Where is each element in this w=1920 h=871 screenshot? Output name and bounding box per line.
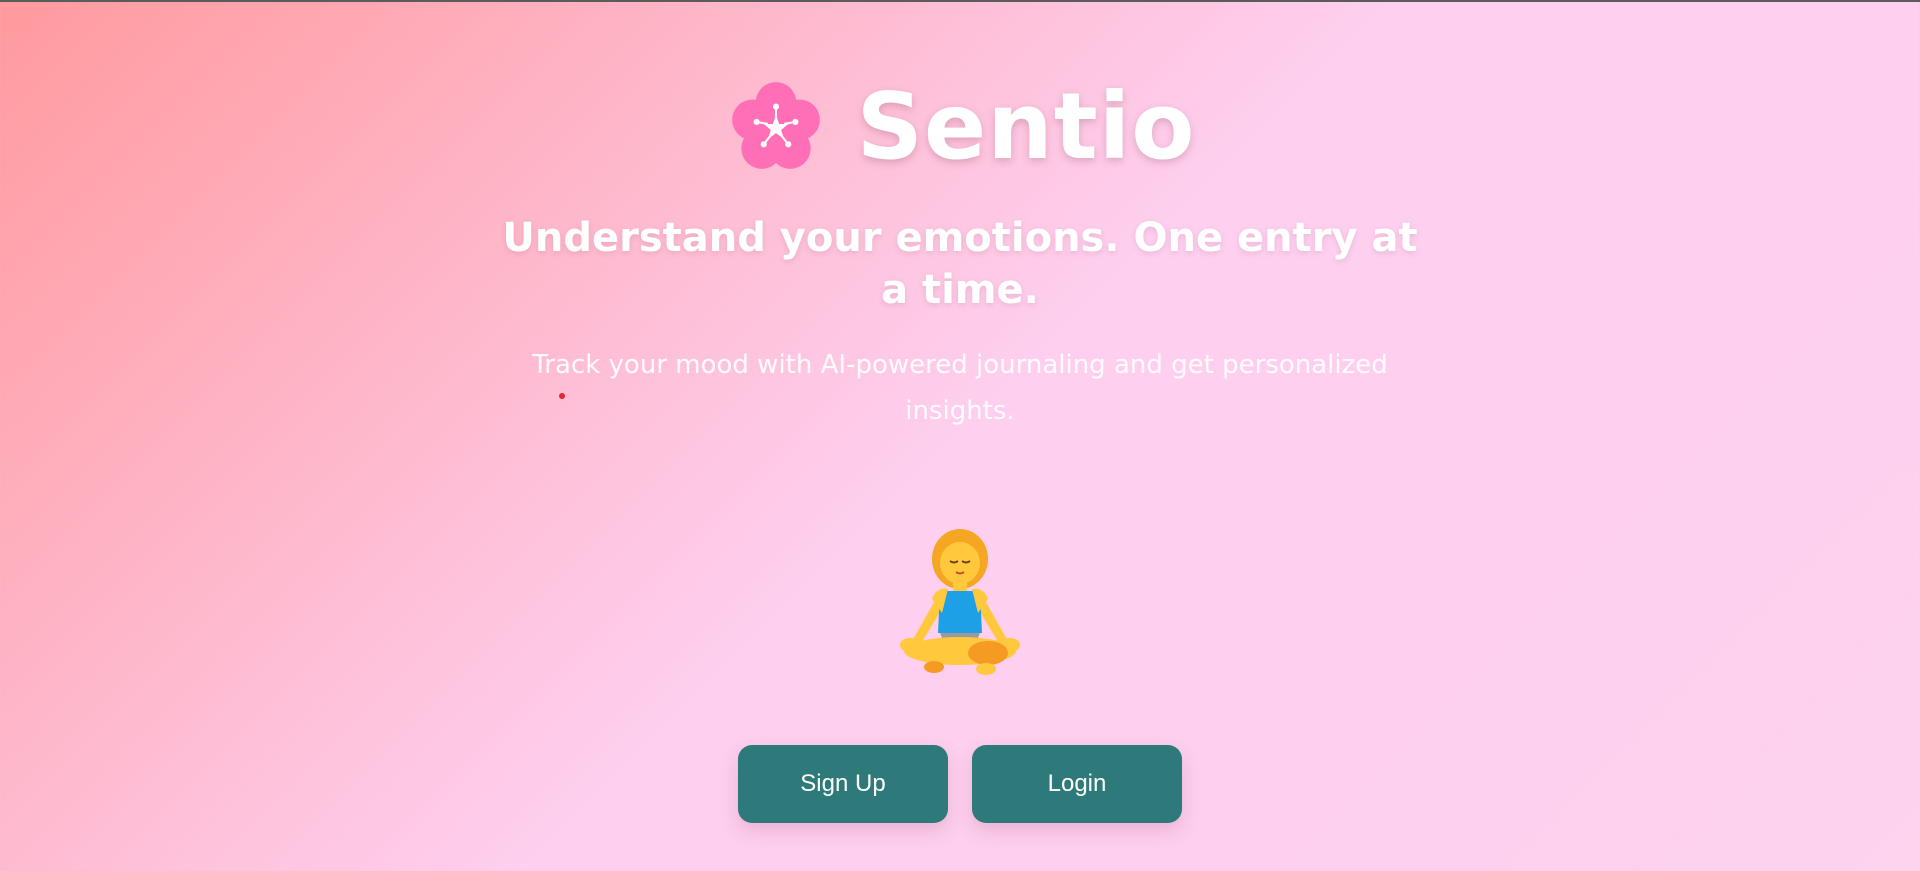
auth-actions: Sign Up Login (0, 745, 1920, 823)
person-meditating-icon (900, 529, 1020, 675)
app-name: Sentio (856, 73, 1196, 180)
login-button[interactable]: Login (972, 745, 1182, 823)
hero-headline: Understand your emotions. One entry at a… (502, 215, 1418, 313)
hero-section: Sentio Understand your emotions. One ent… (0, 2, 1920, 871)
brand-header: Sentio (0, 76, 1920, 178)
cursor-dot (559, 393, 565, 399)
hero-subtext: Track your mood with AI-powered journali… (532, 350, 1388, 426)
sign-up-button[interactable]: Sign Up (738, 745, 948, 823)
cherry-blossom-icon (731, 82, 820, 169)
